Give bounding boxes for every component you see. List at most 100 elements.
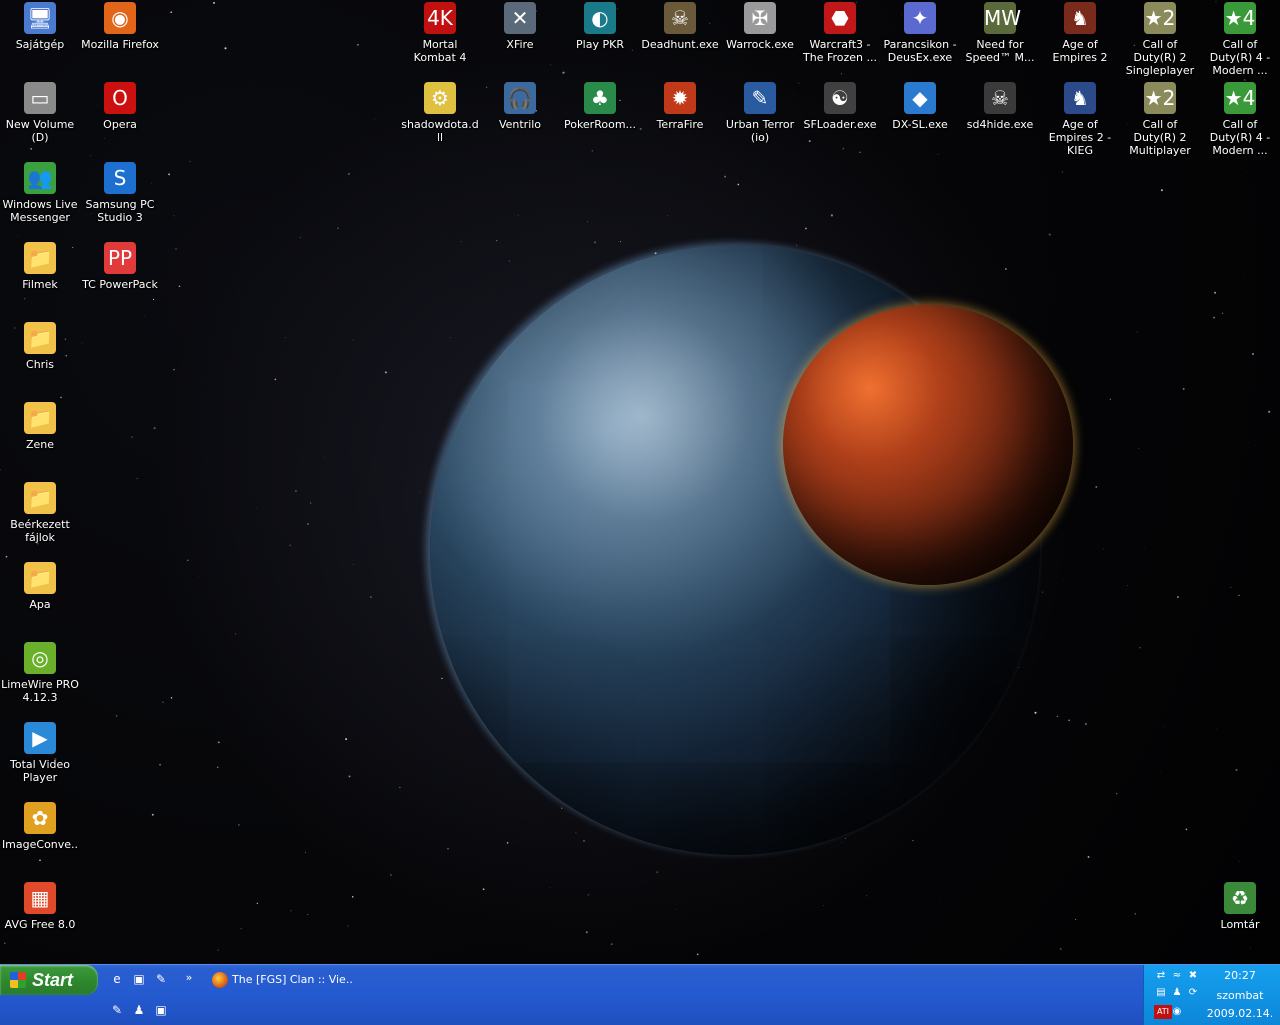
desktop-icon[interactable]: ☠Deadhunt.exe [640, 0, 720, 80]
star [587, 221, 588, 222]
cod4-icon: ★4 [1224, 2, 1256, 34]
dxsl-icon: ◆ [904, 82, 936, 114]
star [1057, 716, 1058, 717]
star [450, 337, 451, 338]
desktop-icon-label: Opera [80, 118, 160, 131]
desktop-icon[interactable]: OOpera [80, 80, 160, 160]
desktop-icon[interactable]: ★2Call of Duty(R) 2 Singleplayer [1120, 0, 1200, 80]
star [345, 738, 347, 740]
star [1214, 292, 1216, 294]
notepad-icon[interactable]: ✎ [108, 1001, 126, 1019]
star [348, 173, 350, 175]
star [290, 910, 291, 911]
desktop-icon[interactable]: 📁Zene [0, 400, 80, 480]
star [1062, 171, 1063, 172]
desktop-icon[interactable]: ✕XFire [480, 0, 560, 80]
desktop-icon[interactable]: ▦AVG Free 8.0 [0, 880, 80, 960]
clock-time[interactable]: 20:27 [1200, 969, 1280, 982]
printer-icon[interactable]: ▤ [1154, 986, 1168, 1000]
desktop-icon[interactable]: ✹TerraFire [640, 80, 720, 160]
messenger-tray-icon[interactable]: ♟ [1170, 986, 1184, 1000]
desktop-icon[interactable]: ☠sd4hide.exe [960, 80, 1040, 160]
star [159, 764, 161, 766]
desktop-icon-label: Deadhunt.exe [640, 38, 720, 51]
sync-icon[interactable]: ⟳ [1186, 986, 1200, 1000]
desktop-icon[interactable]: ✦Parancsikon - DeusEx.exe [880, 0, 960, 80]
pokerroom-icon: ♣ [584, 82, 616, 114]
star [218, 950, 219, 951]
desktop-icon[interactable]: ♣PokerRoom... [560, 80, 640, 160]
desktop-icon[interactable]: ⚙shadowdota.dll [400, 80, 480, 160]
desktop-icon[interactable]: ✿ImageConve... [0, 800, 80, 880]
desktop-icon[interactable]: ◉Mozilla Firefox [80, 0, 160, 80]
desktop-icon-label: Play PKR [560, 38, 640, 51]
wifi-icon[interactable]: ≈ [1170, 969, 1184, 983]
star [509, 260, 510, 261]
desktop-icon[interactable]: ◆DX-SL.exe [880, 80, 960, 160]
folder-icon[interactable]: ▣ [152, 1001, 170, 1019]
star [1005, 268, 1007, 270]
antivirus-icon[interactable]: ✖ [1186, 969, 1200, 983]
start-button[interactable]: Start [0, 965, 98, 995]
desktop-icon[interactable]: 📁Apa [0, 560, 80, 640]
star [1085, 723, 1086, 724]
clock-day: szombat [1200, 989, 1280, 1002]
desktop-icon[interactable]: MWNeed for Speed™ M... [960, 0, 1040, 80]
taskbar-window-title: The [FGS] Clan :: Vie... [232, 973, 354, 986]
desktop-icon[interactable]: ★4Call of Duty(R) 4 - Modern ... [1200, 0, 1280, 80]
desktop-icon[interactable]: ▶Total Video Player [0, 720, 80, 800]
ie-icon[interactable]: e [108, 970, 126, 988]
xfire-icon: ✕ [504, 2, 536, 34]
desktop-icon[interactable]: ★4Call of Duty(R) 4 - Modern ... [1200, 80, 1280, 160]
desktop-icon[interactable]: ★2Call of Duty(R) 2 Multiplayer [1120, 80, 1200, 160]
desktop-icon[interactable]: 📁Chris [0, 320, 80, 400]
desktop: 🖥Sajátgép◉Mozilla Firefox▭New Volume (D)… [0, 0, 1280, 964]
desktop-icon[interactable]: 📁Filmek [0, 240, 80, 320]
desktop-icon[interactable]: 🖥Sajátgép [0, 0, 80, 80]
desktop-icon[interactable]: SSamsung PC Studio 3 [80, 160, 160, 240]
desktop-icon[interactable]: ♻Lomtár [1200, 880, 1280, 960]
star [385, 371, 387, 373]
star [337, 227, 339, 229]
desktop-icon[interactable]: ♞Age of Empires 2 - KIEG [1040, 80, 1120, 160]
desktop-icon[interactable]: 4KMortal Kombat 4 [400, 0, 480, 80]
star [1042, 592, 1043, 593]
desktop-icon[interactable]: 👥Windows Live Messenger [0, 160, 80, 240]
desktop-icon-label: Warcraft3 - The Frozen ... [800, 38, 880, 64]
desktop-icon[interactable]: ♞Age of Empires 2 [1040, 0, 1120, 80]
folder-icon: 📁 [24, 562, 56, 594]
brush-icon[interactable]: ✎ [152, 970, 170, 988]
star [1177, 596, 1179, 598]
desktop-icon[interactable]: ▭New Volume (D) [0, 80, 80, 160]
desktop-icon[interactable]: 📁Beérkezett fájlok [0, 480, 80, 560]
desktop-icon[interactable]: ⬣Warcraft3 - The Frozen ... [800, 0, 880, 80]
desktop-icon[interactable]: ◎LimeWire PRO 4.12.3 [0, 640, 80, 720]
desktop-icon[interactable]: PPTC PowerPack [80, 240, 160, 320]
star [823, 905, 824, 906]
desktop-icon[interactable]: ◐Play PKR [560, 0, 640, 80]
star [1135, 913, 1136, 914]
folder-icon[interactable]: ▣ [130, 970, 148, 988]
desktop-icon[interactable]: 🎧Ventrilo [480, 80, 560, 160]
desktop-icon[interactable]: ✠Warrock.exe [720, 0, 800, 80]
star [179, 286, 181, 288]
star [841, 842, 842, 843]
star [561, 808, 562, 809]
avg-icon: ▦ [24, 882, 56, 914]
desktop-icon-label: shadowdota.dll [400, 118, 480, 144]
star [1138, 448, 1139, 449]
msn-icon[interactable]: ♟ [130, 1001, 148, 1019]
star [173, 215, 174, 216]
network-icon[interactable]: ⇄ [1154, 969, 1168, 983]
sd4hide-icon: ☠ [984, 82, 1016, 114]
desktop-icon[interactable]: ✎Urban Terror (io) [720, 80, 800, 160]
star [175, 248, 177, 250]
star [216, 36, 217, 37]
star [1252, 353, 1254, 355]
desktop-icon-label: SFLoader.exe [800, 118, 880, 131]
quick-launch-chevron[interactable]: » [180, 969, 198, 987]
desktop-icon[interactable]: ☯SFLoader.exe [800, 80, 880, 160]
speaker-icon[interactable]: ◉ [1170, 1005, 1184, 1019]
desktop-icon-label: Parancsikon - DeusEx.exe [880, 38, 960, 64]
taskbar-window-button[interactable]: The [FGS] Clan :: Vie... [204, 968, 354, 992]
